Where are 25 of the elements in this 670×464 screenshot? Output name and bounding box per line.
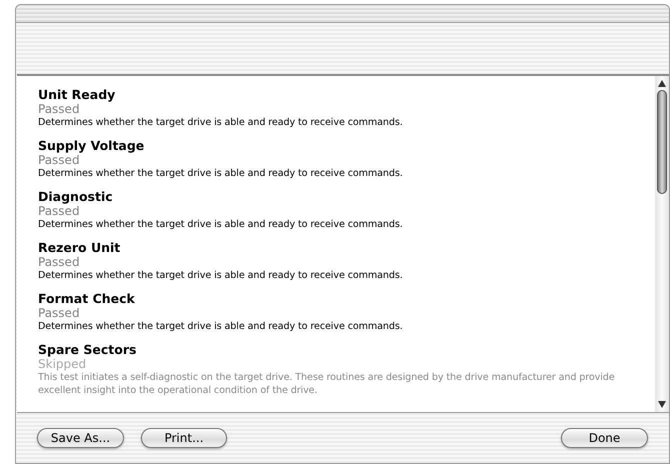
test-title: Spare Sectors bbox=[38, 342, 138, 357]
pill-button[interactable]: Print... bbox=[141, 428, 227, 448]
test-title: Diagnostic bbox=[38, 189, 114, 204]
test-title: Unit Ready bbox=[38, 87, 116, 102]
test-status: Passed bbox=[38, 153, 81, 167]
scroll-up-icon[interactable] bbox=[658, 80, 666, 87]
test-status: Passed bbox=[38, 102, 81, 116]
test-status: Passed bbox=[38, 306, 81, 320]
scroll-thumb[interactable] bbox=[657, 90, 667, 194]
test-status: Skipped bbox=[38, 357, 88, 371]
pill-button[interactable]: Done bbox=[561, 428, 648, 448]
test-description: Determines whether the target drive is able and ready to receive commands. bbox=[38, 116, 404, 129]
test-title: Supply Voltage bbox=[38, 138, 146, 153]
scroll-down-icon[interactable] bbox=[658, 401, 666, 408]
test-title: Format Check bbox=[38, 291, 136, 306]
test-description: Determines whether the target drive is able and ready to receive commands. bbox=[38, 167, 404, 180]
test-description: Determines whether the target drive is able and ready to receive commands. bbox=[38, 320, 404, 333]
test-status: Passed bbox=[38, 255, 81, 269]
pill-button[interactable]: Save As... bbox=[37, 428, 124, 448]
test-title: Rezero Unit bbox=[38, 240, 122, 255]
scroll-bar[interactable] bbox=[655, 76, 669, 412]
test-status: Passed bbox=[38, 204, 81, 218]
test-description: Determines whether the target drive is able and ready to receive commands. bbox=[38, 269, 404, 282]
test-description: This test initiates a self-diagnostic on the target drive. These routines are designed by the drive manufacturer and provide excellent insight into the operational condition of the drive. bbox=[38, 371, 616, 397]
test-description: Determines whether the target drive is able and ready to receive commands. bbox=[38, 218, 404, 231]
